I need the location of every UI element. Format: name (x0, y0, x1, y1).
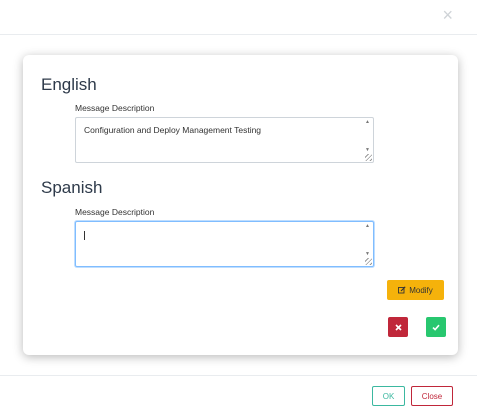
cancel-button[interactable] (388, 317, 408, 337)
spanish-section-title: Spanish (41, 178, 103, 197)
english-field-label: Message Description (75, 103, 155, 113)
resize-handle-icon[interactable] (365, 154, 372, 161)
scroll-down-icon[interactable]: ▼ (365, 252, 370, 257)
resize-handle-icon[interactable] (365, 258, 372, 265)
modal-dialog: × English Message Description Configurat… (0, 0, 477, 417)
translation-card: English Message Description Configuratio… (23, 55, 458, 355)
modal-body: English Message Description Configuratio… (0, 35, 477, 375)
english-message-text: Configuration and Deploy Management Test… (84, 125, 262, 135)
modify-button[interactable]: Modify (387, 280, 444, 300)
scroll-up-icon[interactable]: ▲ (365, 224, 370, 229)
close-button[interactable]: Close (411, 386, 453, 406)
close-icon[interactable]: × (442, 6, 453, 24)
confirm-button[interactable] (426, 317, 446, 337)
edit-icon (398, 286, 406, 294)
x-icon (394, 323, 402, 331)
text-cursor (84, 231, 85, 240)
spanish-message-textarea[interactable]: ▲ ▼ (75, 221, 374, 267)
english-message-textarea[interactable]: Configuration and Deploy Management Test… (75, 117, 374, 163)
modal-header: × (0, 0, 477, 35)
ok-button[interactable]: OK (372, 386, 405, 406)
scroll-up-icon[interactable]: ▲ (365, 120, 370, 125)
spanish-field-label: Message Description (75, 207, 155, 217)
check-icon (432, 324, 440, 331)
scroll-down-icon[interactable]: ▼ (365, 148, 370, 153)
modal-footer: OK Close (0, 375, 477, 418)
english-section-title: English (41, 75, 97, 94)
modify-button-label: Modify (409, 285, 433, 295)
